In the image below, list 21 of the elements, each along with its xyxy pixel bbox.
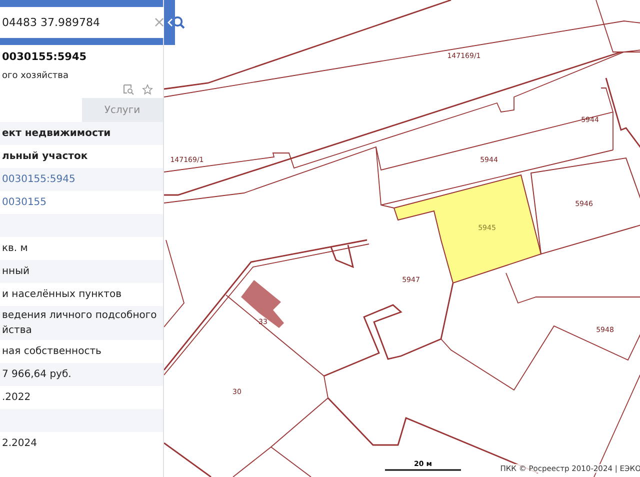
field-value: .2022 — [2, 391, 31, 405]
object-subtitle: ого хозяйства — [1, 70, 70, 81]
selected-parcel[interactable] — [393, 174, 542, 284]
map-search-icon[interactable] — [123, 84, 134, 95]
field-value: ведения личного подсобного йства — [2, 309, 158, 338]
object-title: 0030155:5945 — [1, 50, 88, 63]
field-value: и населённых пунктов — [2, 288, 122, 302]
chevron-left-icon — [166, 18, 172, 27]
tab[interactable]: Услуги — [82, 98, 163, 122]
star-icon[interactable] — [142, 84, 153, 95]
field-value: ная собственность — [2, 345, 102, 359]
field-value: нный — [2, 265, 30, 279]
parcel-boundary — [164, 442, 212, 477]
field-value: 7 966,64 руб. — [2, 368, 72, 382]
link[interactable]: 0030155 — [2, 195, 47, 210]
field-value: льный участок — [2, 150, 88, 164]
field-value: кв. м — [2, 242, 28, 256]
building-shape — [241, 280, 284, 328]
collapse-button[interactable] — [164, 0, 175, 45]
field-value: ект недвижимости — [2, 127, 111, 141]
field-value: 2.2024 — [2, 437, 37, 451]
